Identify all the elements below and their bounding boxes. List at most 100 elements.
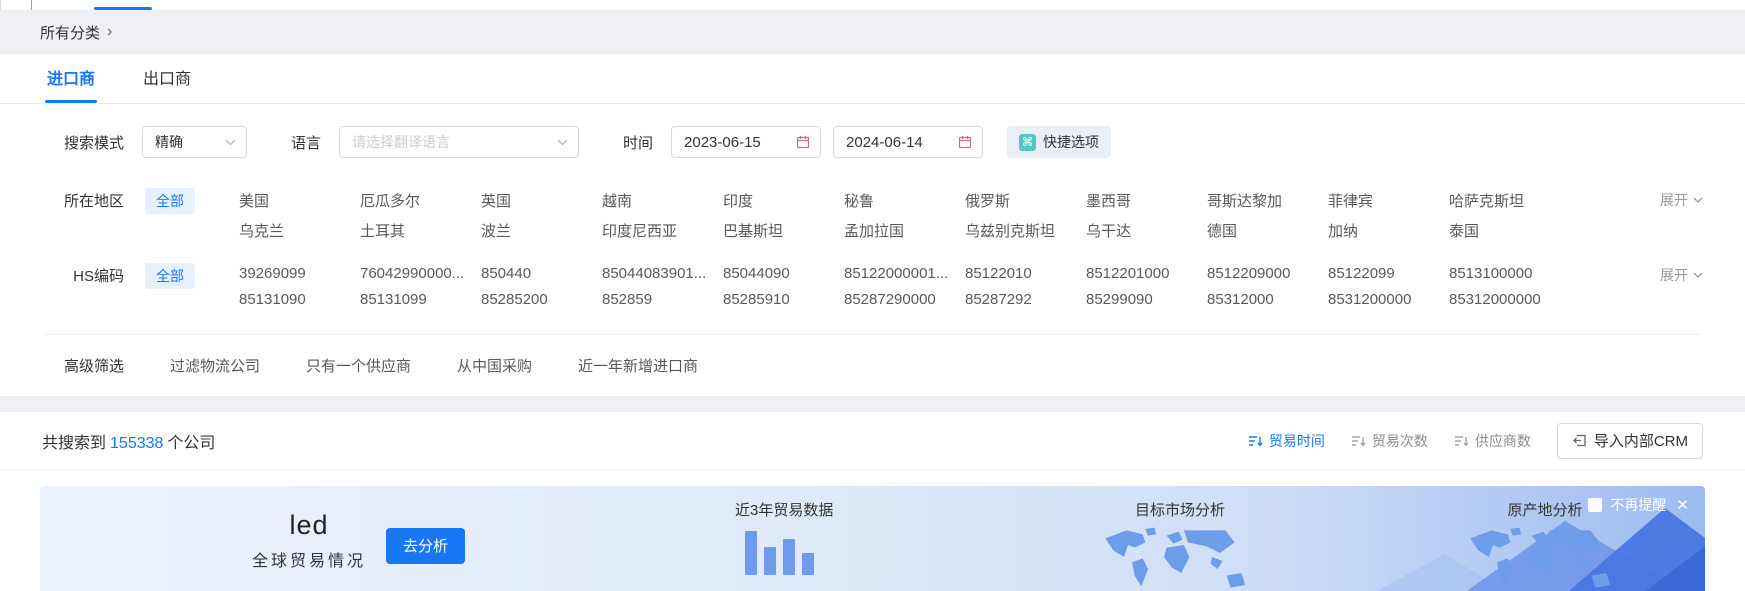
sort-trade-time-label: 贸易时间: [1269, 431, 1325, 451]
region-option[interactable]: 俄罗斯: [965, 190, 1086, 211]
region-option[interactable]: 乌克兰: [239, 220, 360, 241]
sort-supplier-count[interactable]: 供应商数: [1454, 431, 1531, 451]
hs-code-option[interactable]: 85299090: [1086, 291, 1207, 308]
region-option[interactable]: 秘鲁: [844, 190, 965, 211]
hs-code-option[interactable]: 85287290000: [844, 291, 965, 308]
quick-options-button[interactable]: ⌘ 快捷选项: [1007, 126, 1111, 158]
banner-subtitle: 全球贸易情况: [252, 547, 366, 571]
hs-code-option[interactable]: 852859: [602, 291, 723, 308]
date-start-input[interactable]: 2023-06-15: [671, 126, 821, 158]
hs-code-option[interactable]: 85312000: [1207, 291, 1328, 308]
bar-chart-icon: [745, 528, 815, 575]
dont-remind-checkbox[interactable]: [1588, 498, 1602, 512]
hs-code-option[interactable]: 76042990000...: [360, 265, 481, 282]
hs-code-option[interactable]: 85044090: [723, 265, 844, 282]
region-option[interactable]: 乌干达: [1086, 220, 1207, 241]
import-crm-button[interactable]: 导入内部CRM: [1557, 423, 1703, 459]
banner-keyword-block: led 全球贸易情况 去分析: [252, 510, 465, 571]
language-select[interactable]: 请选择翻译语言: [339, 126, 579, 158]
hs-code-option[interactable]: 85285910: [723, 291, 844, 308]
region-all-chip[interactable]: 全部: [145, 188, 195, 214]
sort-descending-icon: [1454, 434, 1469, 448]
hs-code-option[interactable]: 8531200000: [1328, 291, 1449, 308]
region-option[interactable]: 德国: [1207, 220, 1328, 241]
region-option[interactable]: 哈萨克斯坦: [1449, 190, 1570, 211]
chevron-down-icon: [1693, 197, 1703, 203]
single-supplier-option[interactable]: 只有一个供应商: [306, 355, 411, 376]
region-option[interactable]: 印度: [723, 190, 844, 211]
hs-code-option[interactable]: 85044083901...: [602, 265, 723, 282]
hs-code-option[interactable]: 39269099: [239, 265, 360, 282]
top-tab-strip: [0, 0, 1745, 10]
chevron-down-icon: [1693, 272, 1703, 278]
import-crm-label: 导入内部CRM: [1594, 430, 1688, 451]
banner-dismiss-controls: 不再提醒 ✕: [1588, 495, 1689, 515]
hs-code-option[interactable]: 85131099: [360, 291, 481, 308]
hs-code-option[interactable]: 85122000001...: [844, 265, 965, 282]
expand-label: 展开: [1660, 265, 1688, 285]
region-option[interactable]: 乌兹别克斯坦: [965, 220, 1086, 241]
filter-logistics-option[interactable]: 过滤物流公司: [170, 355, 260, 376]
hs-code-option[interactable]: 850440: [481, 265, 602, 282]
results-count: 共搜索到155338个公司: [42, 429, 215, 453]
search-mode-label: 搜索模式: [62, 132, 124, 153]
region-expand-link[interactable]: 展开: [1660, 190, 1703, 210]
region-option[interactable]: 土耳其: [360, 220, 481, 241]
banner-keyword: led: [252, 510, 366, 541]
hs-code-option[interactable]: 85122010: [965, 265, 1086, 282]
world-map-icon: [1100, 525, 1260, 591]
hs-code-expand-link[interactable]: 展开: [1660, 265, 1703, 285]
dont-remind-label[interactable]: 不再提醒: [1610, 495, 1666, 515]
region-option[interactable]: 加纳: [1328, 220, 1449, 241]
count-prefix: 共搜索到: [42, 435, 106, 452]
new-importers-option[interactable]: 近一年新增进口商: [578, 355, 698, 376]
region-option[interactable]: 美国: [239, 190, 360, 211]
close-icon[interactable]: ✕: [1676, 496, 1689, 514]
region-option[interactable]: 哥斯达黎加: [1207, 190, 1328, 211]
region-option[interactable]: 巴基斯坦: [723, 220, 844, 241]
sort-trade-count-label: 贸易次数: [1372, 431, 1428, 451]
filter-card: 进口商 出口商 搜索模式 精确 语言 请选择翻译语言 时间 2023-06-15: [0, 54, 1745, 396]
sort-supplier-count-label: 供应商数: [1475, 431, 1531, 451]
date-end-input[interactable]: 2024-06-14: [833, 126, 983, 158]
hs-code-option[interactable]: 8513100000: [1449, 265, 1570, 282]
analysis-banner: led 全球贸易情况 去分析 近3年贸易数据 目标市场分析: [40, 486, 1705, 591]
search-mode-select[interactable]: 精确: [142, 126, 247, 158]
region-option[interactable]: 孟加拉国: [844, 220, 965, 241]
region-option[interactable]: 厄瓜多尔: [360, 190, 481, 211]
region-option[interactable]: 英国: [481, 190, 602, 211]
region-option[interactable]: 墨西哥: [1086, 190, 1207, 211]
hs-code-option[interactable]: 85287292: [965, 291, 1086, 308]
region-option[interactable]: 越南: [602, 190, 723, 211]
import-icon: [1572, 433, 1587, 448]
count-suffix: 个公司: [167, 435, 215, 452]
breadcrumb[interactable]: 所有分类 ›: [40, 22, 112, 43]
results-header: 共搜索到155338个公司 贸易时间 贸易次数 供应商数 导入内部CRM: [0, 412, 1745, 470]
language-label: 语言: [291, 132, 321, 153]
sort-trade-count[interactable]: 贸易次数: [1351, 431, 1428, 451]
hs-code-option[interactable]: 8512209000: [1207, 265, 1328, 282]
results-toolbar: 贸易时间 贸易次数 供应商数 导入内部CRM: [1248, 423, 1703, 459]
hs-code-option[interactable]: 85131090: [239, 291, 360, 308]
advanced-filter-label: 高级筛选: [62, 355, 124, 376]
sourced-from-china-option[interactable]: 从中国采购: [457, 355, 532, 376]
tab-importers[interactable]: 进口商: [45, 65, 97, 103]
chevron-right-icon: ›: [107, 24, 112, 40]
count-value: 155338: [110, 435, 163, 452]
analyze-button[interactable]: 去分析: [386, 528, 465, 564]
hs-code-option[interactable]: 8512201000: [1086, 265, 1207, 282]
sort-descending-icon: [1248, 434, 1263, 448]
hs-all-chip[interactable]: 全部: [145, 263, 195, 289]
hs-code-option[interactable]: 85285200: [481, 291, 602, 308]
sort-trade-time[interactable]: 贸易时间: [1248, 431, 1325, 451]
date-end-value: 2024-06-14: [846, 134, 923, 151]
region-option[interactable]: 印度尼西亚: [602, 220, 723, 241]
region-option[interactable]: 菲律宾: [1328, 190, 1449, 211]
active-tab-indicator: [94, 7, 152, 10]
top-divider: [31, 0, 32, 10]
tab-exporters[interactable]: 出口商: [141, 65, 193, 103]
region-option[interactable]: 波兰: [481, 220, 602, 241]
region-option[interactable]: 泰国: [1449, 220, 1570, 241]
hs-code-option[interactable]: 85312000000: [1449, 291, 1570, 308]
hs-code-option[interactable]: 85122099: [1328, 265, 1449, 282]
